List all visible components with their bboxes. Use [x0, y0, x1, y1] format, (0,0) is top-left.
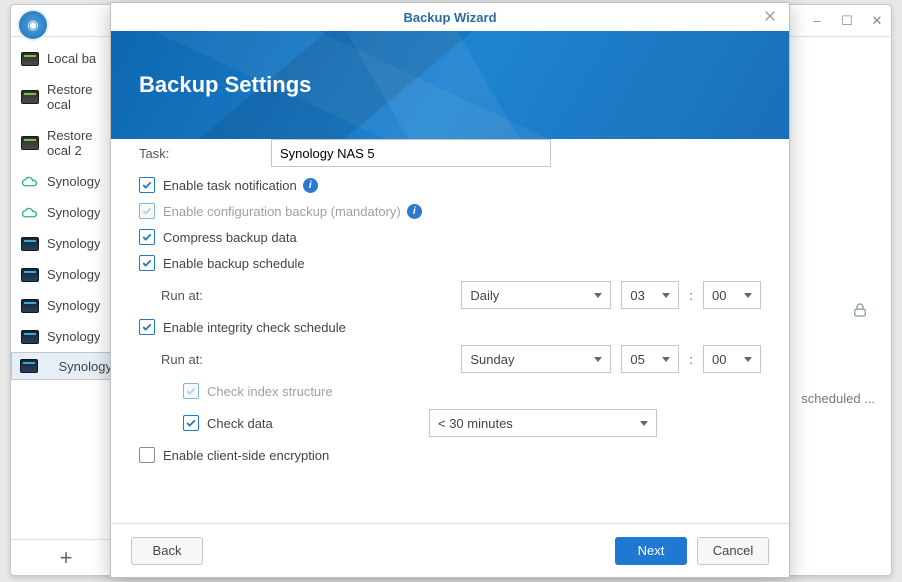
sidebar-item[interactable]: Restore ocal 2 — [11, 120, 121, 166]
time-colon: : — [689, 352, 693, 367]
sidebar-item[interactable]: Synology — [11, 259, 121, 290]
dialog-body: Task: Enable task notification i Enable … — [139, 139, 761, 523]
minimize-button[interactable]: – — [809, 13, 825, 29]
check-data-label: Check data — [207, 416, 429, 431]
info-icon[interactable]: i — [407, 204, 422, 219]
run-at-label: Run at: — [161, 288, 429, 303]
cancel-button[interactable]: Cancel — [697, 537, 769, 565]
compress-label: Compress backup data — [163, 230, 297, 245]
time-colon: : — [689, 288, 693, 303]
sidebar-item[interactable]: Synology — [11, 321, 121, 352]
sidebar-item[interactable]: Synology — [11, 290, 121, 321]
integrity-day-select[interactable]: Sunday — [461, 345, 611, 373]
task-row: Task: — [139, 139, 761, 167]
dialog-heading: Backup Settings — [139, 72, 311, 98]
sidebar-item-label: Restore ocal — [47, 82, 93, 112]
sidebar-item[interactable]: Synology — [11, 228, 121, 259]
integrity-minute-select[interactable]: 00 — [703, 345, 761, 373]
dialog-banner: Backup Settings — [111, 31, 789, 139]
dialog-title-text: Backup Wizard — [403, 10, 496, 25]
enable-integrity-label: Enable integrity check schedule — [163, 320, 346, 335]
schedule-minute-select[interactable]: 00 — [703, 281, 761, 309]
enable-config-backup-checkbox — [139, 203, 155, 219]
enable-config-backup-row: Enable configuration backup (mandatory) … — [139, 203, 761, 219]
remote-icon — [21, 237, 39, 251]
enable-integrity-checkbox[interactable] — [139, 319, 155, 335]
maximize-button[interactable]: ☐ — [839, 13, 855, 29]
compress-row: Compress backup data — [139, 229, 761, 245]
schedule-runat-row: Run at: Daily 03 : 00 — [139, 281, 761, 309]
enable-schedule-checkbox[interactable] — [139, 255, 155, 271]
sidebar-item-label: Synology — [47, 236, 100, 251]
enable-notification-checkbox[interactable] — [139, 177, 155, 193]
integrity-hour-select[interactable]: 05 — [621, 345, 679, 373]
schedule-frequency-select[interactable]: Daily — [461, 281, 611, 309]
enable-schedule-label: Enable backup schedule — [163, 256, 305, 271]
remote-icon — [21, 330, 39, 344]
run-at-label: Run at: — [161, 352, 429, 367]
integrity-runat-row: Run at: Sunday 05 : 00 — [139, 345, 761, 373]
enable-integrity-row: Enable integrity check schedule — [139, 319, 761, 335]
sidebar-item-label: Synology — [47, 267, 100, 282]
cloud-icon — [21, 206, 39, 220]
check-index-row: Check index structure — [139, 383, 761, 399]
nas-icon — [21, 52, 39, 66]
check-index-label: Check index structure — [207, 384, 333, 399]
dialog-title: Backup Wizard — [111, 3, 789, 31]
schedule-hour-select[interactable]: 03 — [621, 281, 679, 309]
sidebar-item[interactable]: Synology — [11, 352, 121, 380]
back-button[interactable]: Back — [131, 537, 203, 565]
enable-notification-label: Enable task notification — [163, 178, 297, 193]
dialog-footer: Back Next Cancel — [111, 523, 789, 577]
info-icon[interactable]: i — [303, 178, 318, 193]
next-button[interactable]: Next — [615, 537, 687, 565]
remote-icon — [21, 299, 39, 313]
cloud-icon — [21, 175, 39, 189]
close-dialog-button[interactable] — [763, 9, 779, 25]
check-index-checkbox — [183, 383, 199, 399]
enable-encryption-label: Enable client-side encryption — [163, 448, 329, 463]
task-label: Task: — [139, 146, 271, 161]
close-window-button[interactable]: ✕ — [869, 13, 885, 29]
app-logo-icon: ◉ — [19, 11, 47, 39]
enable-encryption-checkbox[interactable] — [139, 447, 155, 463]
enable-schedule-row: Enable backup schedule — [139, 255, 761, 271]
sidebar-item-label: Synology — [47, 329, 100, 344]
check-data-duration-select[interactable]: < 30 minutes — [429, 409, 657, 437]
enable-encryption-row: Enable client-side encryption — [139, 447, 761, 463]
sidebar-item-label: Local ba — [47, 51, 96, 66]
add-task-button[interactable]: + — [11, 539, 121, 575]
scheduled-text: scheduled ... — [801, 391, 875, 406]
compress-checkbox[interactable] — [139, 229, 155, 245]
enable-notification-row: Enable task notification i — [139, 177, 761, 193]
nas-icon — [21, 90, 39, 104]
sidebar-item[interactable]: Synology — [11, 166, 121, 197]
lock-icon — [851, 301, 869, 322]
backup-wizard-dialog: Backup Wizard Backup Settings Task: Enab… — [110, 2, 790, 578]
check-data-checkbox[interactable] — [183, 415, 199, 431]
sidebar-item-label: Synology — [47, 174, 100, 189]
task-name-input[interactable] — [271, 139, 551, 167]
sidebar-item-label: Synology — [47, 298, 100, 313]
sidebar-item[interactable]: Local ba — [11, 43, 121, 74]
sidebar-item[interactable]: Restore ocal — [11, 74, 121, 120]
remote-icon — [21, 268, 39, 282]
sidebar-item[interactable]: Synology — [11, 197, 121, 228]
check-data-row: Check data < 30 minutes — [139, 409, 761, 437]
sidebar: Local ba Restore ocal Restore ocal 2 Synolo… — [11, 43, 121, 539]
sidebar-item-label: Synology — [47, 205, 100, 220]
enable-config-backup-label: Enable configuration backup (mandatory) — [163, 204, 401, 219]
sidebar-item-label: Synology — [59, 359, 112, 374]
sidebar-item-label: Restore ocal 2 — [47, 128, 93, 158]
nas-icon — [21, 136, 39, 150]
remote-icon — [20, 359, 38, 373]
